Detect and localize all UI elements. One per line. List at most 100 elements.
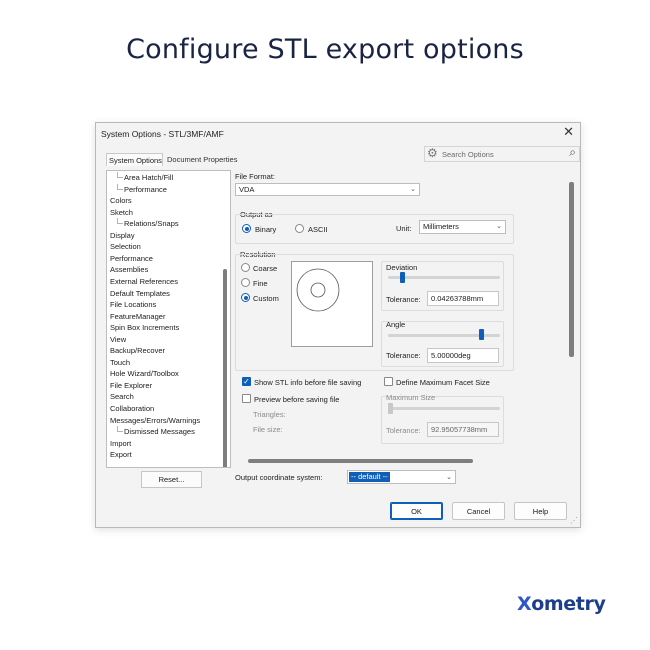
tree-item-label: Assemblies — [110, 265, 149, 275]
tree-item-label: Performance — [124, 184, 167, 194]
tree-item[interactable]: Collaboration — [110, 403, 154, 414]
page-headline: Configure STL export options — [126, 34, 524, 65]
unit-label: Unit: — [396, 224, 412, 233]
custom-radio[interactable] — [241, 293, 250, 302]
ascii-radio[interactable] — [295, 224, 304, 233]
tree-item[interactable]: Performance — [117, 183, 167, 195]
fine-radio[interactable] — [241, 278, 250, 287]
tree-item[interactable]: External References — [110, 276, 178, 287]
coordinate-system-value: -- default -- — [349, 472, 390, 482]
chevron-down-icon: ⌄ — [496, 223, 502, 230]
angle-tolerance-input[interactable]: 5.00000deg — [427, 348, 499, 363]
tree-item-label: File Explorer — [110, 380, 153, 390]
angle-slider-thumb[interactable] — [478, 329, 484, 340]
panel-horizontal-scrollbar[interactable] — [248, 459, 473, 463]
tree-item[interactable]: Search — [110, 391, 134, 402]
reset-button[interactable]: Reset... — [141, 471, 202, 488]
fine-label: Fine — [253, 279, 268, 288]
maximum-size-tolerance-label: Tolerance: — [386, 426, 421, 435]
logo-wordmark: ometry — [531, 593, 606, 615]
tree-item[interactable]: Relations/Snaps — [117, 218, 179, 229]
tree-item-label: Performance — [110, 253, 153, 263]
options-tree: Area Hatch/Fill Performance Colors Sketch Re… — [106, 170, 231, 468]
file-format-select[interactable]: VDA ⌄ — [235, 183, 420, 196]
tree-item[interactable]: FeatureManager — [110, 311, 165, 322]
tree-item[interactable]: Spin Box Increments — [110, 322, 179, 333]
tree-item[interactable]: Hole Wizard/Toolbox — [110, 368, 179, 379]
tree-scrollbar[interactable] — [223, 269, 227, 467]
resize-grip-icon[interactable]: ⋰ — [570, 517, 578, 525]
tree-item-label: Spin Box Increments — [110, 323, 180, 333]
tree-item[interactable]: Dismissed Messages — [117, 426, 195, 437]
deviation-slider-thumb[interactable] — [399, 272, 405, 283]
help-button[interactable]: Help — [514, 502, 567, 520]
file-format-value: VDA — [239, 185, 255, 194]
search-options-input[interactable]: ⚙ Search Options ⌕ — [424, 145, 580, 162]
maximum-size-slider-thumb — [388, 403, 393, 414]
xometry-logo: Xometry — [517, 593, 606, 615]
max-facet-label: Define Maximum Facet Size — [396, 378, 490, 387]
show-stl-info-label: Show STL info before file saving — [254, 378, 362, 387]
coarse-radio[interactable] — [241, 263, 250, 272]
deviation-tolerance-input[interactable]: 0.04263788mm — [427, 291, 499, 306]
tree-branch-icon — [117, 218, 123, 225]
binary-label: Binary — [255, 225, 277, 234]
page: Configure STL export options System Opti… — [0, 0, 650, 650]
tree-item[interactable]: Touch — [110, 357, 130, 368]
tree-item[interactable]: Colors — [110, 195, 132, 206]
tree-item[interactable]: Area Hatch/Fill — [117, 172, 173, 183]
tree-item-label: Collaboration — [110, 404, 155, 413]
tree-item-label: Area Hatch/Fill — [124, 173, 174, 182]
tab-system-options[interactable]: System Options — [106, 153, 163, 166]
max-facet-checkbox[interactable] — [384, 377, 393, 386]
tree-item[interactable]: Backup/Recover — [110, 345, 165, 356]
maximum-size-tolerance-input: 92.95057738mm — [427, 422, 499, 437]
tree-branch-icon — [117, 183, 123, 190]
title-bar: System Options - STL/3MF/AMF ✕ — [96, 123, 580, 143]
maximum-size-slider-track — [388, 407, 500, 410]
deviation-slider-track[interactable] — [388, 276, 500, 279]
tree-item[interactable]: Export — [110, 449, 132, 460]
ascii-label: ASCII — [308, 225, 328, 234]
preview-before-saving-checkbox[interactable] — [242, 394, 251, 403]
coarse-label: Coarse — [253, 264, 278, 273]
resolution-preview — [291, 261, 373, 347]
gear-icon: ⚙ — [427, 146, 438, 160]
preview-before-saving-label: Preview before saving file — [254, 395, 340, 404]
tree-item[interactable]: Display — [110, 230, 135, 241]
tree-item-label: View — [110, 334, 127, 344]
tree-item[interactable]: Performance — [110, 253, 153, 264]
custom-label: Custom — [253, 294, 279, 303]
ok-button[interactable]: OK — [390, 502, 443, 520]
tree-item[interactable]: Messages/Errors/Warnings — [110, 415, 200, 426]
tree-item[interactable]: File Explorer — [110, 380, 152, 391]
panel-vertical-scrollbar[interactable] — [569, 182, 574, 357]
unit-select[interactable]: Millimeters ⌄ — [419, 220, 506, 234]
tree-item[interactable]: Default Templates — [110, 288, 170, 299]
maximum-size-label: Maximum Size — [386, 393, 436, 402]
tree-item[interactable]: Import — [110, 438, 131, 449]
tree-branch-icon — [117, 426, 123, 433]
system-options-dialog: System Options - STL/3MF/AMF ✕ System Op… — [95, 122, 581, 528]
tree-item-label: Backup/Recover — [110, 346, 166, 356]
tree-item-label: File Locations — [110, 300, 157, 310]
deviation-label: Deviation — [386, 263, 418, 272]
close-icon[interactable]: ✕ — [563, 124, 574, 140]
tree-item[interactable]: Selection — [110, 241, 141, 252]
binary-radio[interactable] — [242, 224, 251, 233]
tree-item[interactable]: Sketch — [110, 207, 133, 218]
angle-tolerance-label: Tolerance: — [386, 351, 421, 360]
tree-item[interactable]: View — [110, 334, 126, 345]
show-stl-info-checkbox[interactable]: ✓ — [242, 377, 251, 386]
cancel-button[interactable]: Cancel — [452, 502, 505, 520]
search-icon[interactable]: ⌕ — [569, 145, 576, 160]
preview-circle-icon — [296, 268, 340, 312]
tree-item[interactable]: File Locations — [110, 299, 156, 310]
tree-item-label: Import — [110, 438, 132, 448]
tree-item[interactable]: Assemblies — [110, 264, 148, 275]
tree-item-label: Export — [110, 450, 132, 460]
tab-document-properties[interactable]: Document Properties — [165, 153, 239, 166]
file-size-label: File size: — [253, 425, 283, 434]
tree-item-label: FeatureManager — [110, 311, 166, 321]
coordinate-system-select[interactable]: -- default -- ⌄ — [347, 470, 456, 484]
